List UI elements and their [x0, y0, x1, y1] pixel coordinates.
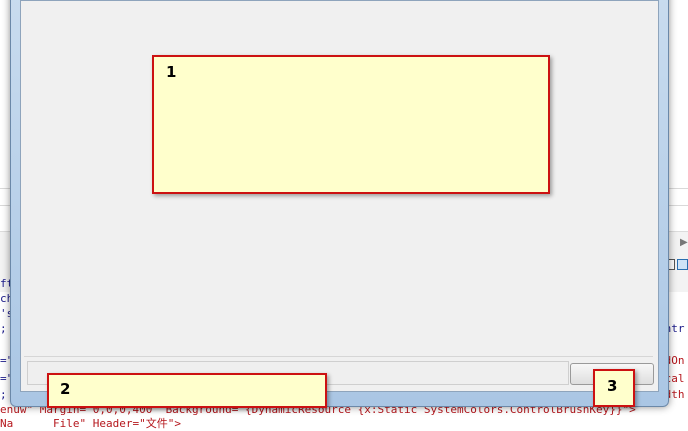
code-line-last: Na File" Header="文件">	[0, 417, 181, 430]
status-separator	[24, 356, 653, 357]
layout-view-icon[interactable]	[677, 259, 688, 270]
callout-3: 3	[593, 369, 635, 407]
callout-1: 1	[152, 55, 550, 194]
callout-number: 1	[166, 63, 177, 81]
callout-number: 3	[607, 377, 618, 395]
scroll-right-arrow-icon[interactable]: ▶	[680, 237, 688, 248]
callout-number: 2	[60, 380, 71, 398]
callout-2: 2	[47, 373, 327, 408]
